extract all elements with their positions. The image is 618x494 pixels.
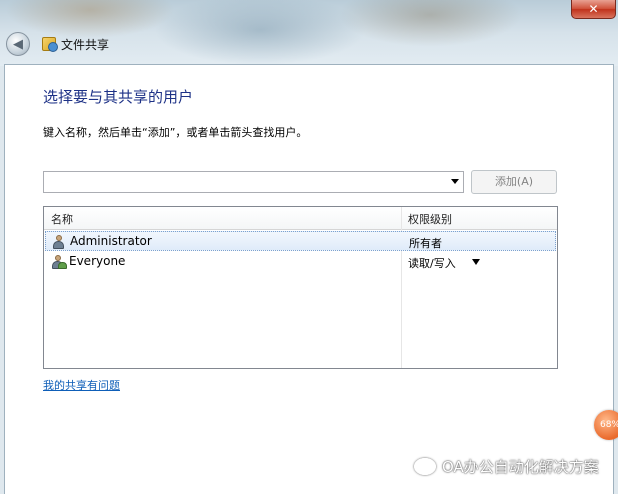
group-icon	[51, 255, 67, 269]
window-title: 文件共享	[61, 38, 110, 52]
window-titlebar	[0, 0, 618, 66]
dropdown-arrow-icon[interactable]	[451, 179, 459, 184]
column-header-name[interactable]: 名称	[51, 211, 73, 227]
wechat-icon	[414, 458, 436, 475]
user-name: Everyone	[69, 254, 126, 268]
watermark-text: OA办公自动化解决方案	[442, 458, 599, 476]
back-arrow-icon: ◀	[13, 36, 23, 52]
add-button[interactable]: 添加(A)	[471, 170, 557, 194]
instruction-text: 键入名称，然后单击“添加”，或者单击箭头查找用户。	[43, 126, 308, 139]
user-icon	[52, 235, 66, 249]
close-button[interactable]: ✕	[571, 0, 616, 19]
file-sharing-icon	[42, 37, 58, 52]
back-button[interactable]: ◀	[6, 32, 30, 56]
list-header: 名称 权限级别	[44, 207, 557, 230]
progress-badge: 68%	[594, 410, 618, 440]
permission-level[interactable]: 读取/写入	[408, 255, 456, 271]
user-name-combobox[interactable]	[43, 171, 464, 193]
dialog-body: 选择要与其共享的用户 键入名称，然后单击“添加”，或者单击箭头查找用户。 添加(…	[4, 64, 614, 494]
column-header-permission[interactable]: 权限级别	[408, 211, 452, 227]
permission-dropdown-icon[interactable]	[472, 259, 480, 265]
watermark: OA办公自动化解决方案	[414, 456, 599, 477]
list-row-everyone[interactable]: Everyone 读取/写入	[45, 252, 556, 272]
dialog-heading: 选择要与其共享的用户	[43, 88, 194, 106]
user-name: Administrator	[70, 234, 152, 248]
permission-level: 所有者	[409, 237, 442, 250]
sharing-help-link[interactable]: 我的共享有问题	[43, 377, 120, 393]
list-row-administrator[interactable]: Administrator 所有者	[45, 231, 556, 251]
user-permission-list: 名称 权限级别 Administrator 所有者 Everyone 读取/写入	[43, 206, 558, 369]
